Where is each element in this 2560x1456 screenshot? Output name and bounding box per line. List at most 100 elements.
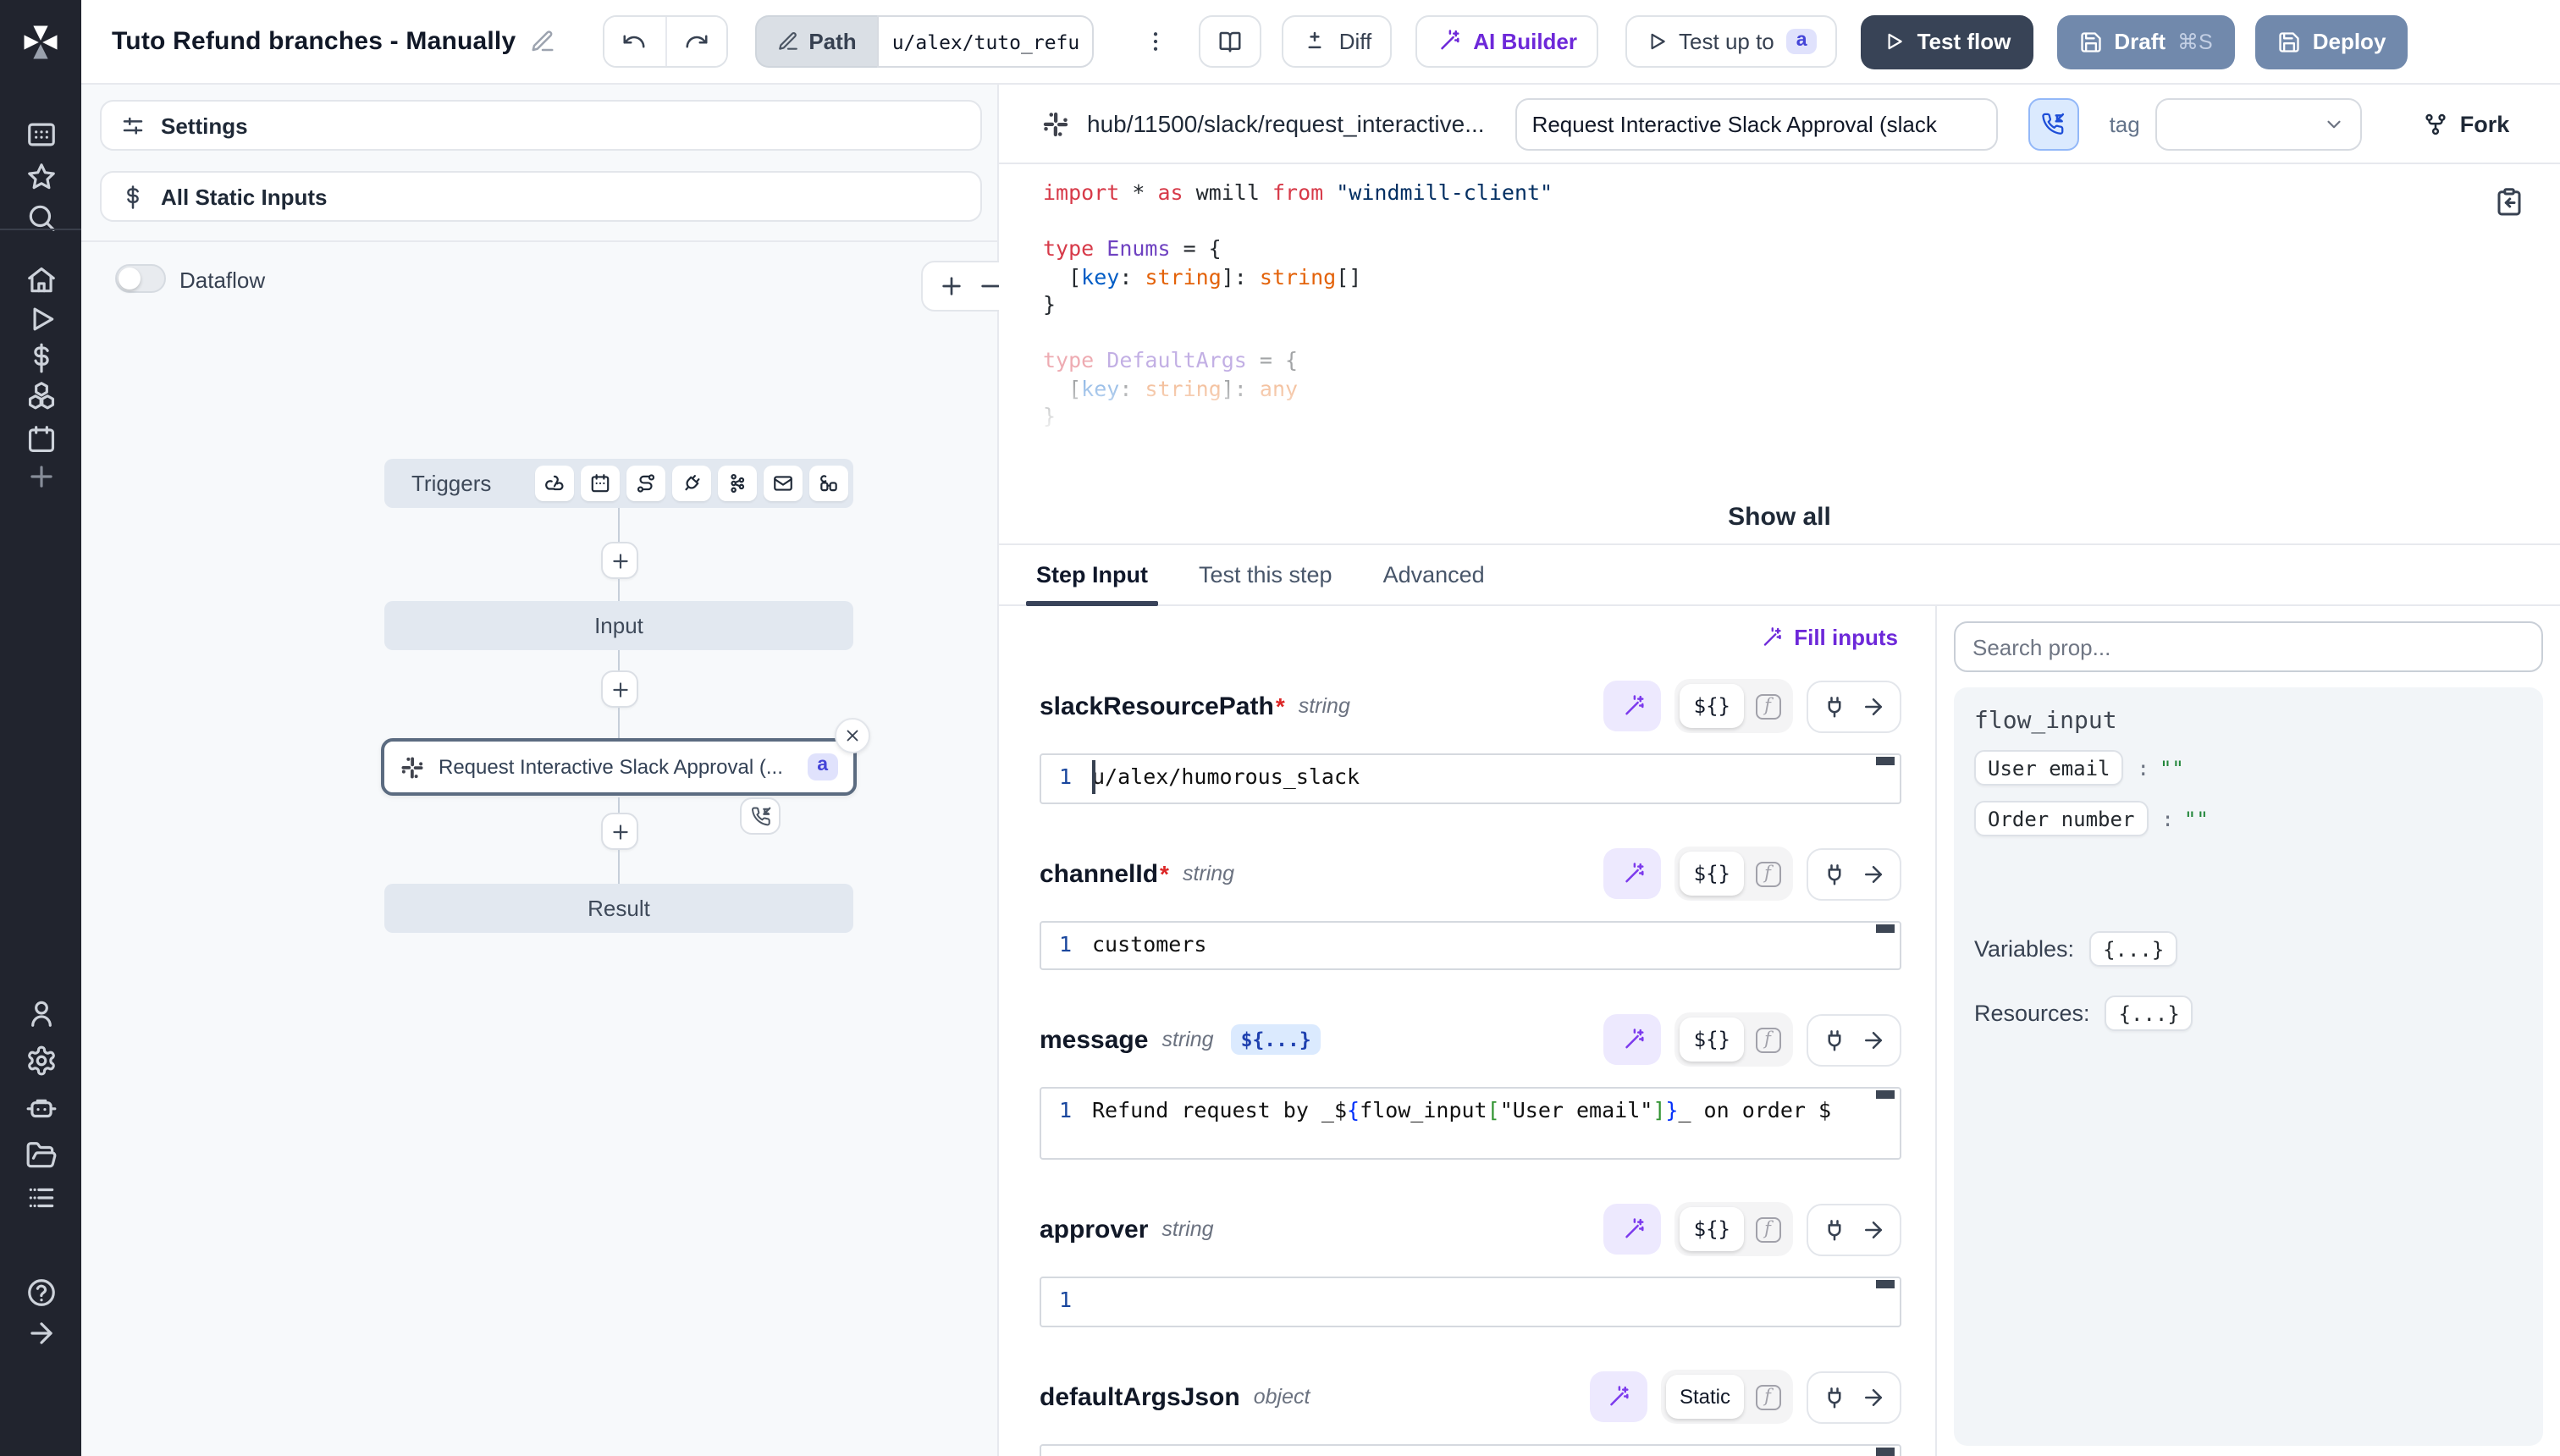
field-editor[interactable]: 1Refund request by _${flow_input["User e… [1040, 1087, 1901, 1160]
sidebar-list-icon[interactable] [20, 1177, 61, 1217]
mode-javascript-button[interactable]: f [1747, 1375, 1788, 1419]
field-editor[interactable]: 1 [1040, 1444, 1901, 1456]
mode-javascript-button[interactable]: f [1747, 1018, 1788, 1062]
ai-fill-field-button[interactable] [1590, 1371, 1647, 1422]
editor-content: u/alex/humorous_slack [1085, 755, 1360, 802]
prop-chip[interactable]: User email [1974, 750, 2124, 786]
edit-title-pencil-icon[interactable] [529, 29, 554, 54]
robot-icon [25, 1091, 57, 1123]
connect-arrow-icon[interactable] [1861, 693, 1886, 719]
sidebar-calendar-icon[interactable] [20, 418, 61, 459]
suspend-settings-button[interactable] [2028, 97, 2079, 150]
redo-button[interactable] [665, 17, 726, 66]
mode-template[interactable]: ${} [1680, 852, 1744, 896]
connect-arrow-icon[interactable] [1861, 861, 1886, 886]
docs-button[interactable] [1199, 15, 1261, 68]
test-flow-button[interactable]: Test flow [1862, 14, 2033, 69]
trigger-route-icon[interactable] [626, 466, 665, 501]
connect-arrow-icon[interactable] [1861, 1027, 1886, 1052]
insert-step-button[interactable] [601, 813, 638, 850]
test-up-to-button[interactable]: Test up to a [1625, 15, 1838, 68]
resources-expand-chip[interactable]: {...} [2105, 995, 2193, 1031]
trigger-kafka-icon[interactable] [718, 466, 757, 501]
sidebar-dollar-icon[interactable] [20, 337, 61, 378]
insert-step-button[interactable] [601, 542, 638, 579]
trigger-websocket-icon[interactable] [672, 466, 711, 501]
field-message: messagestring${...}${}f1Refund request b… [1040, 1014, 1901, 1160]
show-all-button[interactable]: Show all [999, 503, 2560, 532]
tab-step-input[interactable]: Step Input [1036, 545, 1148, 604]
mode-javascript-button[interactable]: f [1747, 852, 1788, 896]
sidebar-robot-icon[interactable] [20, 1087, 61, 1128]
trigger-email-icon[interactable] [764, 466, 803, 501]
tag-select[interactable] [2155, 97, 2362, 150]
sidebar-plus-icon[interactable] [20, 455, 61, 496]
plug-icon[interactable] [1822, 1384, 1847, 1409]
connect-arrow-icon[interactable] [1861, 1384, 1886, 1409]
windmill-flow-editor: Tuto Refund branches - Manually Path Dif… [0, 0, 2560, 1456]
trigger-webhook-icon[interactable] [535, 466, 574, 501]
hub-script-path[interactable]: hub/11500/slack/request_interactive... [1087, 110, 1485, 137]
path-input[interactable] [877, 15, 1094, 68]
sidebar-play-icon[interactable] [20, 298, 61, 339]
settings-button[interactable]: Settings [100, 100, 982, 151]
sidebar-user-icon[interactable] [20, 992, 61, 1033]
diff-button[interactable]: Diff [1282, 15, 1393, 68]
ai-builder-button[interactable]: AI Builder [1415, 15, 1597, 68]
mode-template[interactable]: ${} [1680, 684, 1744, 728]
field-editor[interactable]: 1u/alex/humorous_slack [1040, 753, 1901, 804]
tab-test-this-step[interactable]: Test this step [1199, 545, 1332, 604]
tab-advanced[interactable]: Advanced [1383, 545, 1485, 604]
trigger-poll-icon[interactable] [809, 466, 848, 501]
result-node[interactable]: Result [384, 884, 853, 933]
fill-inputs-button[interactable]: Fill inputs [1755, 618, 1901, 657]
undo-button[interactable] [604, 17, 665, 66]
step-name-input[interactable] [1515, 97, 1998, 150]
sidebar-apps-icon[interactable] [20, 113, 61, 154]
sidebar-arrow-right-icon[interactable] [20, 1312, 61, 1353]
path-button[interactable]: Path [754, 15, 876, 68]
ai-fill-field-button[interactable] [1604, 1014, 1662, 1065]
draft-button[interactable]: Draft ⌘S [2056, 14, 2234, 69]
sidebar-search-icon[interactable] [20, 196, 61, 237]
deploy-button[interactable]: Deploy [2255, 14, 2408, 69]
ai-fill-field-button[interactable] [1604, 681, 1662, 731]
prop-chip[interactable]: Order number [1974, 801, 2148, 836]
ai-fill-field-button[interactable] [1604, 1204, 1662, 1255]
delete-step-button[interactable] [835, 718, 870, 753]
field-editor[interactable]: 1customers [1040, 921, 1901, 970]
windmill-logo-icon[interactable] [19, 20, 63, 64]
input-node[interactable]: Input [384, 601, 853, 650]
plug-icon[interactable] [1822, 861, 1847, 886]
triggers-bar[interactable]: Triggers [384, 459, 853, 508]
variables-expand-chip[interactable]: {...} [2089, 931, 2177, 967]
mode-template[interactable]: ${} [1680, 1207, 1744, 1251]
trigger-schedule-icon[interactable] [581, 466, 620, 501]
sidebar-star-icon[interactable] [20, 156, 61, 196]
fork-button[interactable]: Fork [2423, 111, 2510, 136]
field-editor[interactable]: 1 [1040, 1277, 1901, 1327]
zoom-in-button[interactable] [937, 273, 964, 300]
input-mode-toggle: Staticf [1661, 1370, 1793, 1424]
dataflow-toggle[interactable] [115, 264, 166, 293]
slack-approval-step-node[interactable]: Request Interactive Slack Approval (... … [381, 738, 857, 796]
prop-search-input[interactable] [1954, 621, 2543, 672]
plug-icon[interactable] [1822, 693, 1847, 719]
plug-icon[interactable] [1822, 1216, 1847, 1242]
clipboard-paste-icon[interactable] [2494, 186, 2524, 217]
mode-template[interactable]: ${} [1680, 1018, 1744, 1062]
insert-step-button[interactable] [601, 670, 638, 708]
plug-icon[interactable] [1822, 1027, 1847, 1052]
sidebar-help-icon[interactable] [20, 1271, 61, 1312]
all-static-inputs-button[interactable]: All Static Inputs [100, 171, 982, 222]
connect-arrow-icon[interactable] [1861, 1216, 1886, 1242]
mode-javascript-button[interactable]: f [1747, 1207, 1788, 1251]
mode-static[interactable]: Static [1666, 1375, 1744, 1419]
more-options-button[interactable] [1134, 15, 1178, 68]
sidebar-folder-open-icon[interactable] [20, 1134, 61, 1175]
ai-fill-field-button[interactable] [1604, 848, 1662, 899]
mode-javascript-button[interactable]: f [1747, 684, 1788, 728]
sidebar-settings-icon[interactable] [20, 1040, 61, 1080]
sidebar-cubes-icon[interactable] [20, 374, 61, 415]
sidebar-home-icon[interactable] [20, 259, 61, 300]
